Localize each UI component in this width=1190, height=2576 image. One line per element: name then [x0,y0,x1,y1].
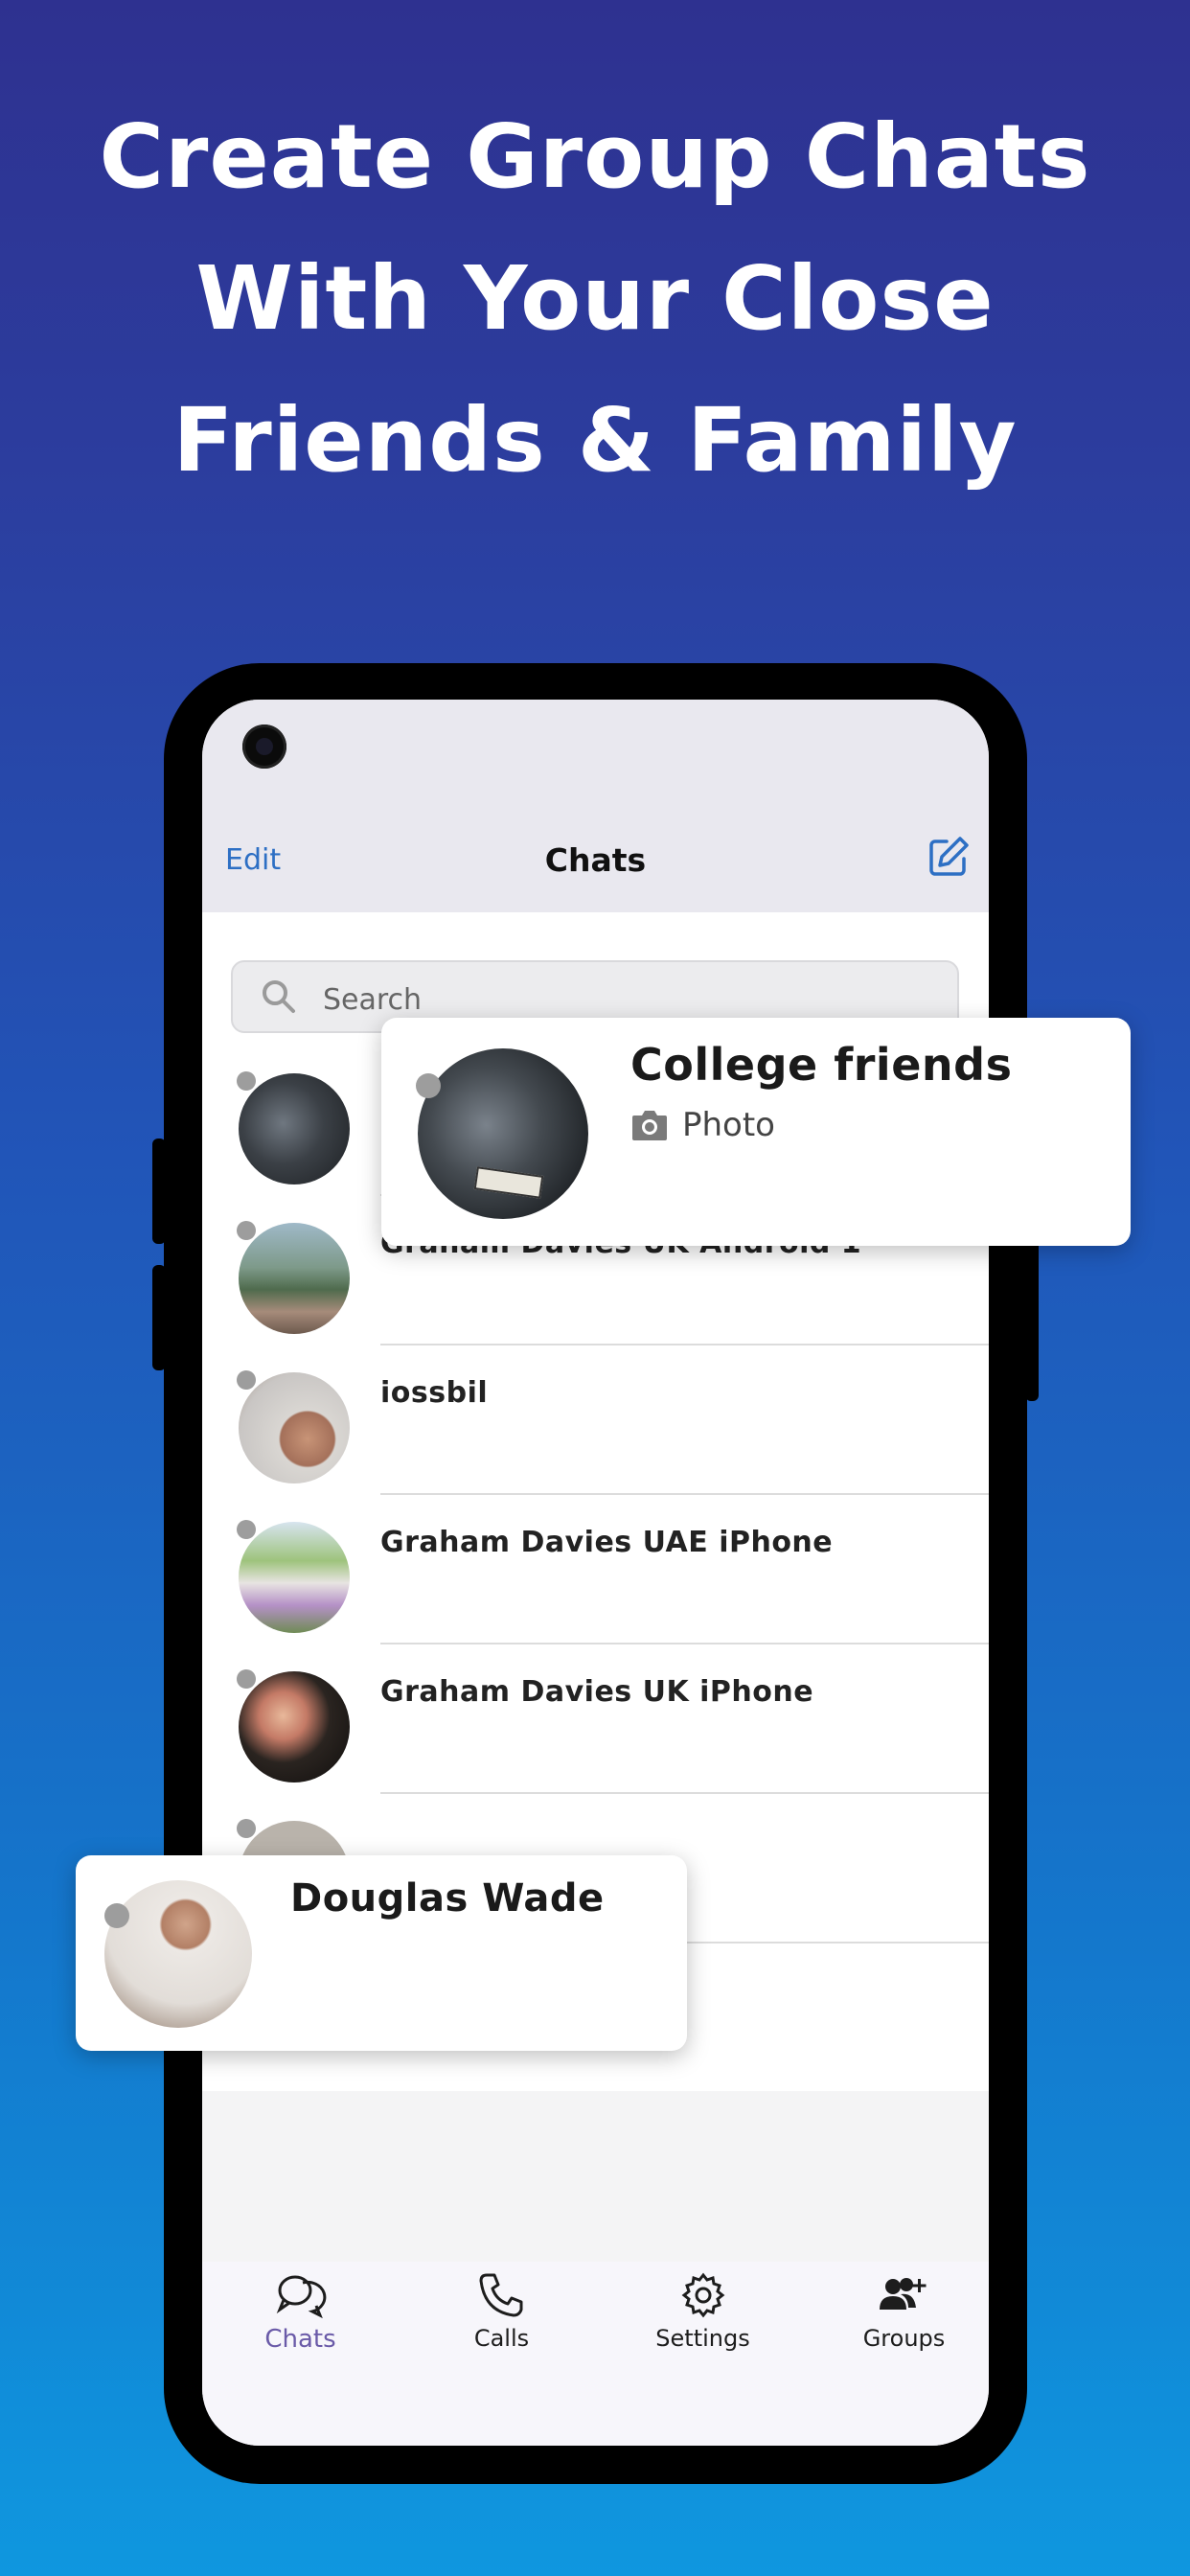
status-dot [416,1073,441,1098]
avatar [239,1073,350,1184]
status-dot [237,1221,256,1240]
headline-line-2: With Your Close [195,247,995,350]
list-empty-area [202,2091,989,2273]
tab-groups[interactable]: Groups [806,2271,989,2352]
chat-name: Graham Davies UAE iPhone [380,1526,834,1559]
tab-label: Calls [473,2325,530,2352]
add-person-icon [879,2278,926,2310]
tab-label: Groups [862,2325,946,2352]
contact-chat-card[interactable]: Douglas Wade [76,1855,687,2051]
status-dot [237,1520,256,1539]
group-title: College friends [630,1039,1013,1091]
avatar [239,1223,350,1334]
compose-icon[interactable] [926,834,972,880]
status-dot [237,1669,256,1689]
avatar [239,1522,350,1633]
gear-icon [681,2272,724,2318]
search-placeholder: Search [323,983,423,1017]
chat-name: Graham Davies UK iPhone [380,1675,814,1709]
volume-up-button [152,1138,166,1244]
status-dot [237,1370,256,1390]
status-dot [237,1071,256,1091]
avatar [239,1671,350,1782]
promo-headline: Create Group Chats With Your Close Frien… [0,86,1190,512]
chat-name: iossbil [380,1376,489,1410]
tab-bar: Chats Calls Settings Groups [202,2262,989,2446]
headline-line-3: Friends & Family [172,389,1018,492]
phone-frame: Edit Chats Search iossbil Graham Davies … [152,663,1039,2484]
headline-line-1: Create Group Chats [99,105,1091,208]
phone-screen: Edit Chats Search iossbil Graham Davies … [202,700,989,2446]
tab-calls[interactable]: Calls [403,2271,600,2352]
tab-settings[interactable]: Settings [605,2271,801,2352]
chat-row[interactable]: Graham Davies UAE iPhone [202,1495,989,1644]
nav-bar: Edit Chats [202,700,989,912]
contact-name: Douglas Wade [290,1876,605,1920]
tab-label: Chats [264,2325,336,2354]
contact-avatar [104,1880,252,2028]
status-dot [104,1903,129,1928]
page-title: Chats [544,841,647,879]
last-message: Photo [630,1106,775,1144]
group-avatar [418,1048,588,1219]
camera-icon [632,1111,667,1140]
chat-row[interactable]: iossbil [202,1346,989,1495]
front-camera [242,724,286,769]
group-chat-card[interactable]: College friends Photo [381,1018,1131,1246]
status-dot [237,1819,256,1838]
chat-row[interactable]: Graham Davies UK iPhone [202,1644,989,1794]
chat-bubbles-icon [276,2275,326,2319]
tab-label: Settings [655,2325,750,2352]
search-icon [260,978,298,1016]
tab-chats[interactable]: Chats [202,2271,399,2354]
last-message-text: Photo [682,1106,775,1144]
volume-down-button [152,1265,166,1370]
avatar [239,1372,350,1484]
phone-icon [479,2273,522,2317]
